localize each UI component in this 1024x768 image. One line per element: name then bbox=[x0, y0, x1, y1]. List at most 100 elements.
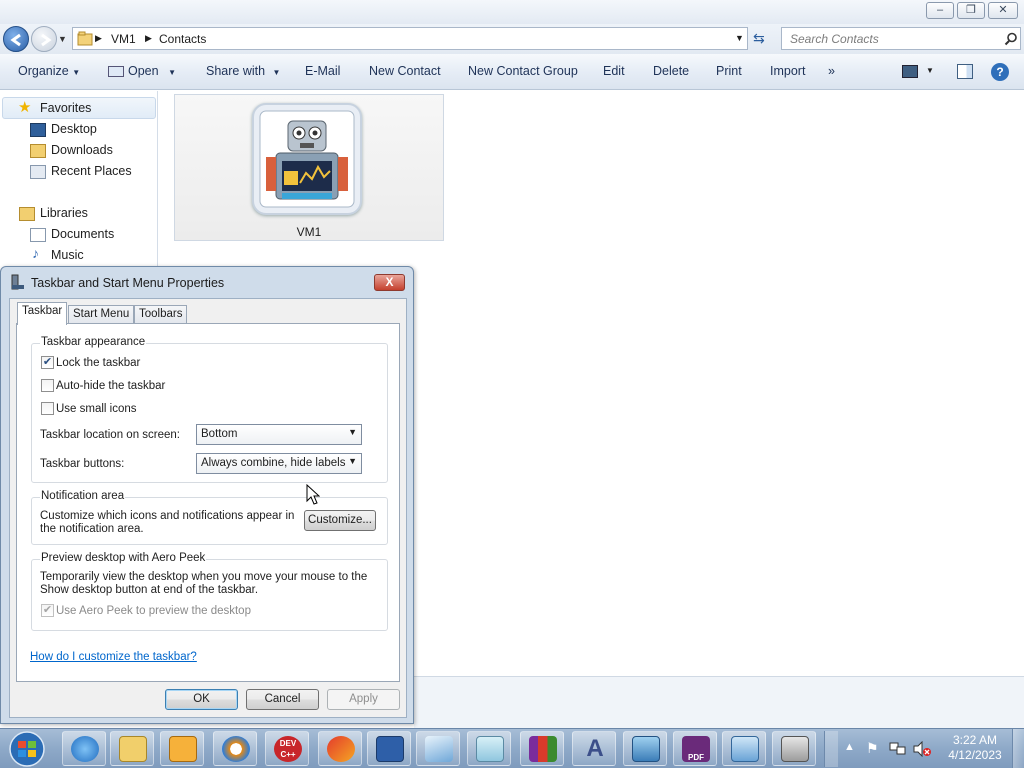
tab-start-menu[interactable]: Start Menu bbox=[68, 305, 135, 324]
taskbar: DEV C++ A PDF ▲ ⚑ 3:22 AM 4/12/2023 bbox=[0, 728, 1024, 768]
apply-button[interactable]: Apply bbox=[327, 689, 400, 710]
address-dropdown-icon[interactable]: ▼ bbox=[735, 33, 744, 43]
taskbar-network[interactable] bbox=[367, 731, 411, 766]
nav-music[interactable]: Music bbox=[51, 248, 84, 262]
tab-toolbars[interactable]: Toolbars bbox=[134, 305, 188, 324]
organize-menu[interactable]: Organize ▼ bbox=[18, 64, 80, 78]
tab-taskbar[interactable]: Taskbar bbox=[17, 302, 68, 325]
ok-button[interactable]: OK bbox=[165, 689, 238, 710]
media-player-icon bbox=[169, 736, 197, 762]
aero-peek-checkbox[interactable]: ✔ bbox=[41, 604, 54, 617]
new-contact-button[interactable]: New Contact bbox=[369, 64, 441, 78]
control-panel-icon bbox=[731, 736, 759, 762]
auto-hide-label[interactable]: Auto-hide the taskbar bbox=[56, 380, 165, 392]
photo-viewer-icon bbox=[632, 736, 660, 762]
notification-area-label: Notification area bbox=[40, 490, 126, 502]
auto-hide-checkbox[interactable] bbox=[41, 379, 54, 392]
taskbar-internet-explorer[interactable] bbox=[62, 731, 106, 766]
cancel-button[interactable]: Cancel bbox=[246, 689, 319, 710]
paper-plane-icon bbox=[425, 736, 453, 762]
taskbar-font-viewer[interactable]: A bbox=[572, 731, 616, 766]
notification-area-group: Notification area Customize which icons … bbox=[31, 490, 388, 545]
minimize-button[interactable]: – bbox=[926, 2, 954, 19]
aero-peek-checkbox-label[interactable]: Use Aero Peek to preview the desktop bbox=[56, 605, 251, 617]
customize-button[interactable]: Customize... bbox=[304, 510, 376, 531]
change-view-icon[interactable] bbox=[902, 65, 918, 78]
restore-button[interactable]: ❐ bbox=[957, 2, 985, 19]
address-row: ▼ ▶ VM1 ▶ Contacts ▼ ⇆ Search Contacts bbox=[0, 24, 1024, 54]
refresh-icon[interactable]: ⇆ bbox=[753, 30, 765, 47]
taskbar-location-value: Bottom bbox=[201, 428, 238, 440]
music-icon: ♪ bbox=[32, 245, 39, 261]
forward-button[interactable] bbox=[31, 26, 57, 52]
more-commands-button[interactable]: » bbox=[828, 64, 835, 78]
file-explorer-icon bbox=[119, 736, 147, 762]
dialog-body: Taskbar Start Menu Toolbars Taskbar appe… bbox=[9, 298, 407, 718]
nav-downloads[interactable]: Downloads bbox=[51, 143, 113, 157]
taskbar-tab-panel: Taskbar appearance ✔ Lock the taskbar Au… bbox=[16, 323, 400, 682]
nav-recent-places[interactable]: Recent Places bbox=[51, 164, 132, 178]
view-dropdown-icon[interactable]: ▼ bbox=[926, 66, 934, 75]
taskbar-computer[interactable] bbox=[772, 731, 816, 766]
taskbar-control-panel[interactable] bbox=[722, 731, 766, 766]
lock-taskbar-checkbox[interactable]: ✔ bbox=[41, 356, 54, 369]
new-contact-group-button[interactable]: New Contact Group bbox=[468, 64, 578, 78]
search-icon[interactable] bbox=[1004, 32, 1018, 46]
chevron-down-icon: ▼ bbox=[348, 427, 357, 437]
taskbar-scroll[interactable] bbox=[824, 731, 838, 767]
nav-libraries[interactable]: Libraries bbox=[40, 206, 88, 220]
delete-button[interactable]: Delete bbox=[653, 64, 689, 78]
nav-favorites[interactable]: Favorites bbox=[40, 101, 91, 115]
small-icons-label[interactable]: Use small icons bbox=[56, 403, 137, 415]
network-status-icon[interactable] bbox=[889, 741, 907, 757]
preview-pane-icon[interactable] bbox=[957, 64, 973, 79]
show-hidden-icons-button[interactable]: ▲ bbox=[844, 741, 855, 753]
dialog-close-button[interactable]: X bbox=[374, 274, 405, 291]
help-icon[interactable]: ? bbox=[991, 63, 1009, 81]
chevron-down-icon: ▼ bbox=[348, 456, 357, 466]
print-button[interactable]: Print bbox=[716, 64, 742, 78]
import-button[interactable]: Import bbox=[770, 64, 805, 78]
edit-button[interactable]: Edit bbox=[603, 64, 625, 78]
contact-item-vm1[interactable]: VM1 bbox=[174, 94, 444, 241]
taskbar-file-explorer[interactable] bbox=[110, 731, 154, 766]
email-button[interactable]: E-Mail bbox=[305, 64, 340, 78]
taskbar-buttons-select[interactable]: Always combine, hide labels ▼ bbox=[196, 453, 362, 474]
recent-pages-dropdown[interactable]: ▼ bbox=[58, 34, 67, 44]
share-with-menu[interactable]: Share with ▼ bbox=[206, 64, 280, 78]
start-button[interactable] bbox=[2, 730, 54, 768]
small-icons-checkbox[interactable] bbox=[41, 402, 54, 415]
taskbar-notepad[interactable] bbox=[467, 731, 511, 766]
taskbar-buttons-value: Always combine, hide labels bbox=[201, 457, 346, 469]
taskbar-media-player[interactable] bbox=[160, 731, 204, 766]
browser-icon bbox=[222, 736, 250, 762]
details-pane bbox=[414, 676, 1024, 728]
lock-taskbar-label[interactable]: Lock the taskbar bbox=[56, 357, 140, 369]
taskbar-paper-plane[interactable] bbox=[416, 731, 460, 766]
nav-desktop[interactable]: Desktop bbox=[51, 122, 97, 136]
back-button[interactable] bbox=[3, 26, 29, 52]
ccleaner-icon bbox=[327, 736, 355, 762]
navigation-pane: ★ Favorites Desktop Downloads Recent Pla… bbox=[0, 91, 158, 281]
windows-logo-icon bbox=[9, 731, 45, 767]
search-input[interactable]: Search Contacts bbox=[781, 27, 1021, 50]
nav-documents[interactable]: Documents bbox=[51, 227, 114, 241]
taskbar-browser[interactable] bbox=[213, 731, 257, 766]
address-bar[interactable]: ▶ VM1 ▶ Contacts ▼ bbox=[72, 27, 748, 50]
taskbar-photo-viewer[interactable] bbox=[623, 731, 667, 766]
volume-muted-icon[interactable] bbox=[912, 741, 932, 757]
help-link[interactable]: How do I customize the taskbar? bbox=[30, 651, 197, 663]
show-desktop-button[interactable] bbox=[1012, 729, 1024, 768]
close-window-button[interactable]: ✕ bbox=[988, 2, 1018, 19]
breadcrumb-vm1[interactable]: VM1 bbox=[111, 32, 136, 46]
breadcrumb-contacts[interactable]: Contacts bbox=[159, 32, 206, 46]
clock[interactable]: 3:22 AM 4/12/2023 bbox=[940, 733, 1010, 763]
taskbar-winrar[interactable] bbox=[520, 731, 564, 766]
taskbar-ccleaner[interactable] bbox=[318, 731, 362, 766]
taskbar-dev-cpp[interactable]: DEV C++ bbox=[265, 731, 309, 766]
taskbar-pdf[interactable]: PDF bbox=[673, 731, 717, 766]
open-menu[interactable]: Open ▼ bbox=[108, 64, 176, 78]
internet-explorer-icon bbox=[71, 736, 99, 762]
taskbar-location-select[interactable]: Bottom ▼ bbox=[196, 424, 362, 445]
action-center-flag-icon[interactable]: ⚑ bbox=[866, 740, 879, 757]
